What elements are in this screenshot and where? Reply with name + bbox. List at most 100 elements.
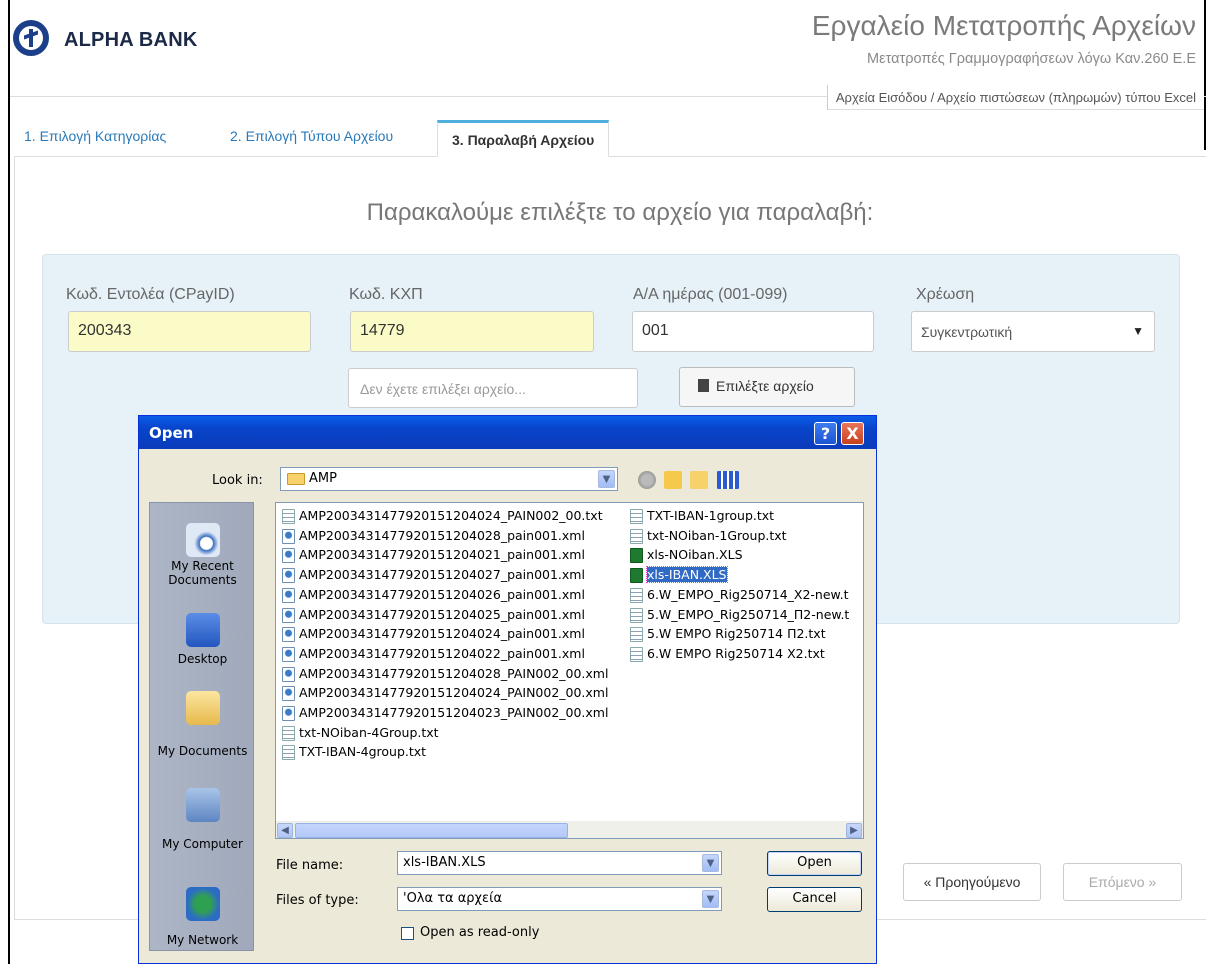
file-item-label: AMP20034314779201512​04025_pain001.xml: [299, 606, 585, 622]
app-title: Εργαλείο Μετατροπής Αρχείων: [811, 10, 1196, 41]
file-item[interactable]: AMP20034314779201512​04024_pain001.xml: [280, 625, 585, 644]
up-folder-icon[interactable]: [664, 471, 682, 489]
xml-file-icon: [282, 528, 295, 544]
file-item[interactable]: AMP20034314779201512​04024_PAIN002_00.xm…: [280, 684, 608, 703]
file-item[interactable]: 6.W_EMPO_Rig250714_X2-new.t: [628, 586, 849, 605]
file-item[interactable]: txt-NOiban-1Group.txt: [628, 527, 787, 546]
places-bar: My Recent Documents Desktop My Documents…: [149, 502, 254, 951]
scrollbar-thumb[interactable]: [295, 823, 568, 838]
folder-icon: [287, 473, 305, 485]
file-item[interactable]: AMP20034314779201512​04023_PAIN002_00.xm…: [280, 704, 608, 723]
look-in-combo[interactable]: AMP ▼: [280, 467, 618, 491]
read-only-label[interactable]: Open as read-only: [420, 925, 539, 940]
scroll-left-icon[interactable]: ◀: [277, 823, 293, 838]
chevron-down-icon[interactable]: ▼: [702, 854, 719, 872]
file-item[interactable]: AMP20034314779201512​04026_pain001.xml: [280, 586, 585, 605]
views-menu-icon[interactable]: [717, 471, 739, 489]
xml-file-icon: [282, 666, 295, 682]
my-network-icon[interactable]: [186, 887, 220, 921]
file-item[interactable]: 5.W EMPO Rig250714 Π2.txt: [628, 625, 826, 644]
new-folder-icon[interactable]: [690, 471, 708, 489]
breadcrumb: Αρχεία Εισόδου / Αρχείο πιστώσεων (πληρω…: [826, 85, 1204, 110]
file-name-input[interactable]: xls-IBAN.XLS ▼: [397, 851, 722, 875]
charge-select-value: Συγκεντρωτική: [921, 324, 1013, 340]
places-my-computer[interactable]: My Computer: [150, 837, 255, 851]
tab-file-type[interactable]: 2. Επιλογή Τύπου Αρχείου: [230, 128, 393, 144]
file-item[interactable]: AMP20034314779201512​04028_pain001.xml: [280, 527, 585, 546]
text-file-icon: [282, 725, 295, 741]
my-computer-icon[interactable]: [186, 788, 220, 822]
file-item-label: TXT-IBAN-4group.txt: [299, 744, 427, 760]
file-item-label: AMP20034314779201512​04027_pain001.xml: [299, 567, 585, 583]
file-item[interactable]: TXT-IBAN-4group.txt: [280, 743, 426, 762]
next-button[interactable]: Επόμενο »: [1063, 863, 1182, 901]
file-path-field[interactable]: Δεν έχετε επιλέξει αρχείο...: [348, 368, 638, 408]
xml-file-icon: [282, 686, 295, 702]
tab-file-upload[interactable]: 3. Παραλαβή Αρχείου: [437, 120, 610, 157]
excel-file-icon: [630, 568, 643, 584]
read-only-checkbox[interactable]: [401, 927, 414, 940]
alpha-bank-logo-icon: [13, 20, 49, 56]
xml-file-icon: [282, 706, 295, 721]
payer-id-label: Κωδ. Εντολέα (CPayID): [66, 286, 235, 303]
places-my-network[interactable]: My Network: [150, 933, 255, 947]
desktop-icon[interactable]: [186, 613, 220, 647]
previous-button[interactable]: « Προηγούμενο: [903, 863, 1041, 901]
file-item[interactable]: 6.W EMPO Rig250714 X2.txt: [628, 645, 825, 664]
file-item-label: AMP20034314779201512​04026_pain001.xml: [299, 586, 585, 602]
file-item[interactable]: AMP20034314779201512​04025_pain001.xml: [280, 606, 585, 625]
file-list[interactable]: AMP200343147792015120​4024_PAIN002_00.tx…: [275, 502, 864, 839]
file-item-label: AMP20034314779201512​04021_pain001.xml: [299, 547, 585, 563]
file-item[interactable]: AMP20034314779201512​04021_pain001.xml: [280, 546, 585, 565]
file-name-value: xls-IBAN.XLS: [403, 855, 486, 870]
choose-file-button[interactable]: Επιλέξτε αρχείο: [679, 367, 855, 407]
my-documents-icon[interactable]: [186, 691, 220, 725]
xml-file-icon: [282, 568, 295, 584]
places-my-documents[interactable]: My Documents: [150, 744, 255, 758]
file-type-select[interactable]: 'Ολα τα αρχεία ▼: [397, 887, 722, 911]
cancel-button[interactable]: Cancel: [767, 887, 862, 912]
kxp-label: Κωδ. ΚΧΠ: [349, 286, 423, 303]
xml-file-icon: [282, 646, 295, 662]
xml-file-icon: [282, 607, 295, 623]
page-prompt: Παρακαλούμε επιλέξτε το αρχείο για παραλ…: [366, 199, 874, 226]
text-file-icon: [630, 528, 643, 544]
text-file-icon: [630, 587, 643, 603]
scroll-right-icon[interactable]: ▶: [846, 823, 862, 838]
file-item-label: 6.W EMPO Rig250714 X2.txt: [647, 645, 825, 661]
payer-id-field[interactable]: 200343: [68, 311, 311, 352]
file-item-label: AMP20034314779201512​04024_PAIN002_00.xm…: [299, 685, 609, 701]
file-item-label: TXT-IBAN-1group.txt: [647, 508, 775, 523]
horizontal-scrollbar[interactable]: ◀ ▶: [276, 821, 863, 838]
app-subtitle: Μετατροπές Γραμμογραφήσεων λόγω Καν.260 …: [867, 51, 1196, 67]
file-item[interactable]: AMP20034314779201512​04027_pain001.xml: [280, 566, 585, 585]
xml-file-icon: [282, 548, 295, 564]
file-item[interactable]: 5.W_EMPO_Rig250714_Π2-new.t: [628, 606, 849, 625]
file-item[interactable]: TXT-IBAN-1group.txt: [628, 507, 774, 526]
open-button[interactable]: Open: [767, 851, 862, 876]
window-edge-left: [8, 0, 10, 964]
places-desktop[interactable]: Desktop: [150, 652, 255, 666]
dialog-titlebar[interactable]: Open ? X: [139, 416, 876, 449]
file-item[interactable]: AMP200343147792015120​4024_PAIN002_00.tx…: [280, 507, 603, 526]
back-icon[interactable]: [638, 471, 656, 489]
places-recent[interactable]: My Recent Documents: [150, 559, 255, 587]
day-sequence-field[interactable]: 001: [632, 311, 874, 352]
recent-documents-icon[interactable]: [186, 523, 220, 557]
file-item[interactable]: AMP20034314779201512​04022_pain001.xml: [280, 645, 585, 664]
close-icon[interactable]: X: [841, 422, 864, 445]
file-item[interactable]: txt-NOiban-4Group.txt: [280, 724, 439, 743]
look-in-value: AMP: [309, 471, 337, 486]
file-item[interactable]: AMP20034314779201512​04028_PAIN002_00.xm…: [280, 665, 608, 684]
tab-category[interactable]: 1. Επιλογή Κατηγορίας: [24, 128, 166, 144]
charge-select[interactable]: Συγκεντρωτική ▼: [911, 311, 1155, 352]
dialog-title: Open: [149, 424, 194, 442]
chevron-down-icon[interactable]: ▼: [598, 470, 615, 488]
chevron-down-icon[interactable]: ▼: [702, 890, 719, 908]
text-file-icon: [282, 509, 295, 524]
file-item[interactable]: xls-IBAN.XLS: [628, 566, 728, 585]
text-file-icon: [630, 509, 643, 524]
kxp-field[interactable]: 14779: [350, 311, 594, 352]
file-item[interactable]: xls-NOiban.XLS: [628, 546, 743, 565]
help-icon[interactable]: ?: [814, 422, 837, 445]
